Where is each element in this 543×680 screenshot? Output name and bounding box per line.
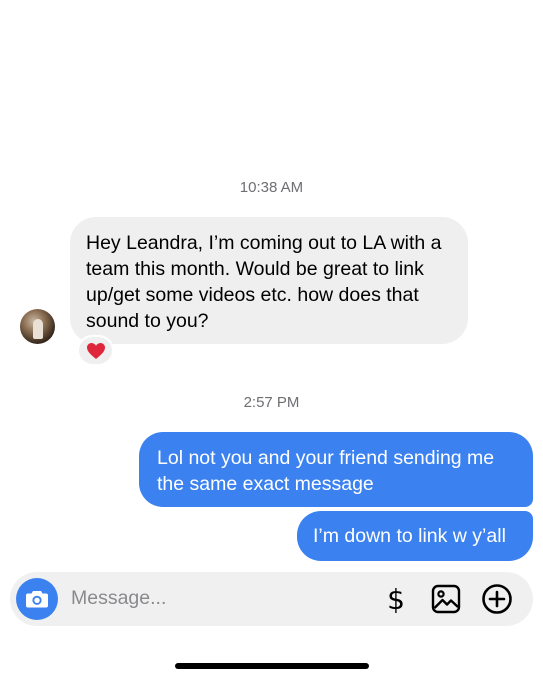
plus-circle-icon	[482, 584, 512, 614]
heart-icon	[86, 342, 105, 359]
avatar[interactable]	[20, 309, 55, 344]
gallery-icon	[431, 584, 461, 614]
outgoing-message[interactable]: Lol not you and your friend sending me t…	[139, 432, 533, 507]
camera-button[interactable]	[16, 578, 58, 620]
avatar-figure	[33, 319, 43, 339]
timestamp: 2:57 PM	[243, 394, 300, 411]
message-composer: Message... $	[10, 572, 533, 626]
dollar-icon[interactable]: $	[379, 582, 413, 616]
more-button[interactable]	[480, 582, 514, 616]
incoming-message[interactable]: Hey Leandra, I’m coming out to LA with a…	[70, 217, 468, 344]
timestamp: 10:38 AM	[239, 179, 304, 196]
camera-icon	[26, 591, 48, 608]
outgoing-message[interactable]: I’m down to link w y’all	[297, 511, 533, 561]
gallery-button[interactable]	[429, 582, 463, 616]
message-input[interactable]: Message...	[71, 587, 166, 610]
home-indicator[interactable]	[175, 663, 369, 669]
heart-reaction[interactable]	[77, 335, 114, 366]
